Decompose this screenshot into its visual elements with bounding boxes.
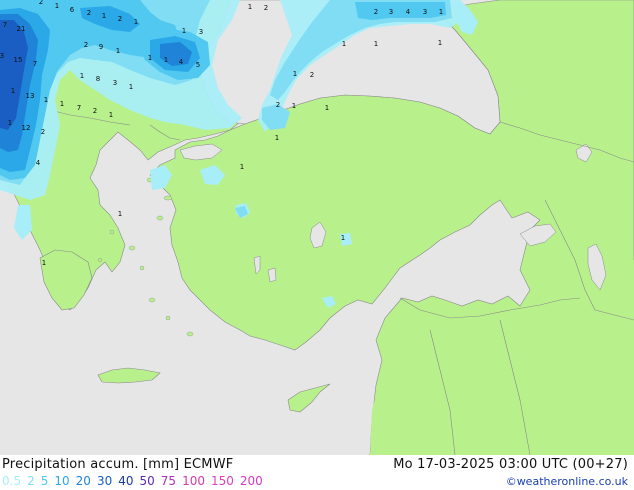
precip-value-label: 1	[129, 83, 133, 91]
precip-value-label: 1	[374, 40, 378, 48]
legend-value: 2	[27, 474, 35, 488]
precip-value-label: 5	[196, 61, 200, 69]
precip-value-label: 1	[248, 3, 252, 11]
island	[186, 331, 194, 337]
island	[128, 245, 136, 251]
precip-value-label: 1	[42, 259, 46, 267]
precip-value-label: 3	[113, 79, 117, 87]
precip-value-label: 7	[33, 60, 37, 68]
precip-value-label: 4	[406, 8, 411, 16]
legend-value: 75	[160, 474, 177, 488]
precip-value-label: 1	[11, 87, 15, 95]
island	[148, 297, 156, 303]
island	[109, 229, 115, 235]
precip-value-label: 1	[240, 163, 244, 171]
precip-value-label: 1	[293, 70, 297, 78]
legend-value: 200	[239, 474, 263, 488]
legend-value: 150	[210, 474, 234, 488]
precip-value-label: 1	[439, 8, 443, 16]
legend-value: 40	[118, 474, 134, 488]
island	[163, 195, 173, 201]
precip-value-label: 13	[26, 92, 35, 100]
precip-value-label: 1	[102, 12, 106, 20]
precip-value-label: 21	[17, 25, 26, 33]
precip-value-label: 2	[118, 15, 122, 23]
island	[165, 315, 171, 321]
precip-value-label: 1	[148, 54, 152, 62]
precip-value-label: 1	[341, 234, 345, 242]
precip-value-label: 1	[275, 134, 279, 142]
precip-5	[355, 2, 446, 20]
legend-value: 0.5	[2, 474, 22, 488]
precip-value-label: 3	[389, 8, 393, 16]
precip-value-label: 2	[84, 41, 88, 49]
precip-value-label: 3	[199, 28, 203, 36]
valid-datetime: Mo 17-03-2025 03:00 UTC (00+27)	[393, 457, 628, 472]
precip-value-label: 6	[70, 6, 75, 14]
legend-value: 10	[54, 474, 70, 488]
precip-value-label: 2	[39, 0, 43, 6]
precip-value-label: 2	[87, 9, 91, 17]
precip-value-label: 2	[310, 71, 314, 79]
island	[97, 258, 103, 262]
precip-value-label: 1	[292, 102, 296, 110]
precip-value-label: 1	[182, 27, 186, 35]
credit-link[interactable]: ©weatheronline.co.uk	[506, 475, 628, 488]
precip-value-label: 1	[438, 39, 442, 47]
legend-value: 30	[96, 474, 113, 488]
precip-value-label: 2	[41, 128, 45, 136]
legend-value: 5	[40, 474, 49, 488]
precip-value-label: 1	[134, 18, 138, 26]
precip-value-label: 2	[93, 107, 97, 115]
precip-value-label: 1	[8, 119, 12, 127]
precip-value-label: 3	[0, 52, 4, 60]
precip-value-label: 1	[60, 100, 64, 108]
island	[156, 215, 164, 221]
precip-value-label: 4	[179, 58, 184, 66]
precip-value-label: 1	[342, 40, 346, 48]
precip-value-label: 1	[118, 210, 122, 218]
precip-value-label: 3	[423, 8, 427, 16]
precip-value-label: 1	[164, 56, 168, 64]
map-footer: Precipitation accum. [mm] ECMWF Mo 17-03…	[0, 455, 634, 490]
precip-value-label: 1	[116, 47, 120, 55]
precip-value-label: 1	[80, 72, 84, 80]
precip-value-label: 7	[3, 21, 7, 29]
precip-value-label: 15	[14, 56, 23, 64]
precip-value-label: 1	[44, 96, 48, 104]
precip-value-label: 8	[96, 75, 100, 83]
precip-value-label: 1	[109, 111, 113, 119]
precip-value-label: 7	[77, 104, 81, 112]
legend-value: 100	[182, 474, 205, 488]
precip-value-label: 2	[276, 101, 280, 109]
legend-value: 50	[139, 474, 155, 488]
map-title: Precipitation accum. [mm] ECMWF	[2, 457, 234, 472]
precip-value-label: 2	[374, 8, 378, 16]
precip-value-label: 1	[325, 104, 329, 112]
color-legend: 0.5 2 5 10 20 30 40 50 75 100 150 200	[2, 474, 269, 488]
precip-value-label: 4	[36, 159, 41, 167]
precipitation-map: 2 1 6 2 1 2 11 2 2 3 4 3 17 21 1 32 9 11 1 13 15 71 1 4 51 8 3 11 21…	[0, 0, 634, 455]
precip-value-label: 1	[55, 2, 59, 10]
legend-value: 20	[75, 474, 91, 488]
precip-value-label: 9	[99, 43, 103, 51]
island	[139, 265, 145, 271]
precip-value-label: 2	[264, 4, 268, 12]
precip-value-label: 12	[22, 124, 31, 132]
